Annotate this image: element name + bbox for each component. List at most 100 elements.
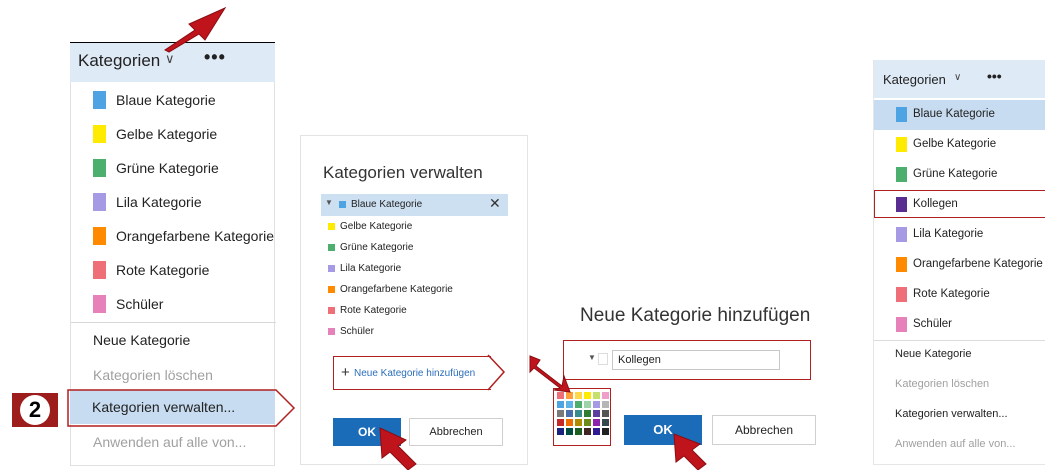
category-label: Rote Kategorie: [340, 305, 407, 316]
palette-color-swatch[interactable]: [584, 419, 591, 426]
category-label: Kollegen: [913, 198, 958, 210]
color-swatch: [896, 227, 907, 242]
apply-all-item: Anwenden auf alle von...: [895, 438, 1016, 450]
palette-color-swatch[interactable]: [593, 392, 600, 399]
close-icon[interactable]: ✕: [489, 195, 501, 212]
category-label: Rote Kategorie: [116, 262, 210, 278]
color-swatch: [328, 286, 335, 293]
palette-color-swatch[interactable]: [602, 401, 609, 408]
pointer-arrow: [529, 355, 571, 393]
category-label: Gelbe Kategorie: [913, 138, 997, 150]
delete-categories-item: Kategorien löschen: [895, 378, 990, 390]
category-label: Orangefarbene Kategorie: [340, 284, 453, 295]
palette-color-swatch[interactable]: [602, 419, 609, 426]
highlight-outline: [487, 354, 506, 391]
category-label: Gelbe Kategorie: [340, 221, 413, 232]
palette-color-swatch[interactable]: [566, 410, 573, 417]
category-label: Blaue Kategorie: [913, 108, 995, 120]
color-swatch: [896, 137, 907, 152]
color-swatch: [328, 328, 335, 335]
palette-color-swatch[interactable]: [575, 419, 582, 426]
category-label: Lila Kategorie: [913, 228, 984, 240]
palette-color-swatch[interactable]: [557, 401, 564, 408]
palette-color-swatch[interactable]: [566, 428, 573, 435]
category-name-input[interactable]: Kollegen: [612, 350, 780, 370]
color-swatch: [896, 317, 907, 332]
new-category-item[interactable]: Neue Kategorie: [895, 348, 971, 360]
new-category-item[interactable]: Neue Kategorie: [93, 332, 190, 348]
pointer-arrow: [379, 427, 417, 470]
palette-color-swatch[interactable]: [602, 410, 609, 417]
color-picker-button[interactable]: ▼: [588, 351, 608, 367]
dialog-title: Kategorien verwalten: [323, 163, 483, 182]
color-swatch: [328, 223, 335, 230]
manage-categories-item[interactable]: Kategorien verwalten...: [895, 408, 1008, 420]
highlight-outline: [67, 389, 296, 427]
color-swatch: [93, 295, 106, 313]
color-swatch: [896, 197, 907, 212]
category-label: Blaue Kategorie: [351, 199, 423, 210]
pointer-arrow: [673, 433, 707, 470]
palette-color-swatch[interactable]: [566, 401, 573, 408]
category-label: Lila Kategorie: [116, 194, 202, 210]
chevron-down-icon: ▼: [588, 353, 596, 362]
palette-color-swatch[interactable]: [575, 392, 582, 399]
categories-dropdown-updated: Kategorien ∨ ••• Blaue Kategorie Gelbe K…: [873, 60, 1045, 465]
category-label: Gelbe Kategorie: [116, 126, 218, 142]
manage-categories-dialog: Kategorien verwalten ▼ ✕ Blaue Kategorie…: [300, 135, 528, 465]
palette-color-swatch[interactable]: [575, 401, 582, 408]
palette-color-swatch[interactable]: [575, 428, 582, 435]
palette-color-swatch[interactable]: [593, 401, 600, 408]
color-swatch: [93, 193, 106, 211]
color-swatch: [896, 107, 907, 122]
step-number: 2: [20, 395, 50, 425]
palette-color-swatch[interactable]: [575, 410, 582, 417]
category-label: Schüler: [116, 296, 164, 312]
palette-color-swatch[interactable]: [593, 410, 600, 417]
category-label: Schüler: [913, 318, 952, 330]
color-swatch: [328, 265, 335, 272]
palette-grid: [557, 392, 609, 435]
menu-divider: [71, 322, 276, 323]
palette-color-swatch[interactable]: [557, 410, 564, 417]
category-label: Orangefarbene Kategorie: [913, 258, 1043, 270]
palette-color-swatch[interactable]: [593, 419, 600, 426]
palette-color-swatch[interactable]: [557, 419, 564, 426]
palette-color-swatch[interactable]: [593, 428, 600, 435]
color-swatch: [93, 159, 106, 177]
more-options-icon[interactable]: •••: [987, 68, 1002, 84]
expand-icon[interactable]: ▼: [325, 198, 333, 207]
palette-color-swatch[interactable]: [584, 428, 591, 435]
palette-color-swatch[interactable]: [584, 392, 591, 399]
color-swatch: [598, 353, 608, 365]
color-swatch: [93, 227, 106, 245]
category-label: Grüne Kategorie: [116, 160, 219, 176]
chevron-down-icon[interactable]: ∨: [954, 72, 961, 83]
palette-color-swatch[interactable]: [557, 428, 564, 435]
palette-color-swatch[interactable]: [566, 419, 573, 426]
delete-categories-item: Kategorien löschen: [93, 367, 213, 383]
apply-all-item: Anwenden auf alle von...: [93, 434, 247, 450]
category-label: Grüne Kategorie: [340, 242, 414, 253]
categories-button[interactable]: Kategorien: [78, 51, 160, 71]
menu-divider: [874, 340, 1045, 341]
plus-icon: +: [341, 364, 350, 381]
palette-color-swatch[interactable]: [602, 392, 609, 399]
pointer-arrow: [164, 6, 227, 53]
add-category-link[interactable]: + Neue Kategorie hinzufügen: [333, 356, 491, 390]
color-swatch: [896, 167, 907, 182]
color-swatch: [93, 125, 106, 143]
categories-button[interactable]: Kategorien: [883, 72, 946, 87]
palette-color-swatch[interactable]: [602, 428, 609, 435]
color-swatch: [896, 287, 907, 302]
cancel-button[interactable]: Abbrechen: [712, 415, 816, 445]
category-label: Lila Kategorie: [340, 263, 402, 274]
categories-toolbar: Kategorien ∨ •••: [874, 60, 1045, 98]
color-swatch: [93, 91, 106, 109]
palette-color-swatch[interactable]: [584, 401, 591, 408]
color-swatch: [896, 257, 907, 272]
category-label: Orangefarbene Kategorie: [116, 228, 274, 244]
step-badge: 2: [12, 393, 58, 427]
new-category-title: Neue Kategorie hinzufügen: [580, 305, 811, 326]
palette-color-swatch[interactable]: [584, 410, 591, 417]
